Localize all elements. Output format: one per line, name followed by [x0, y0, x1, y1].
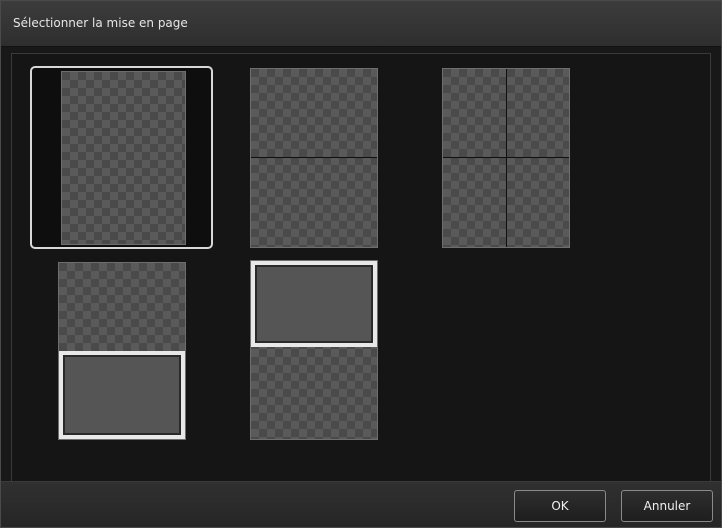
layout-option-two-photos[interactable]	[250, 68, 378, 248]
layout-preview-page	[61, 71, 186, 245]
dialog-titlebar: Sélectionner la mise en page	[1, 1, 721, 47]
frame-slot	[59, 351, 185, 439]
layout-option-single-photo[interactable]	[30, 66, 213, 249]
layout-option-four-photos[interactable]	[442, 68, 570, 248]
frame-slot	[251, 261, 377, 347]
dialog-footer: OK Annuler	[1, 481, 721, 527]
layout-preview-page	[442, 68, 570, 248]
ok-button[interactable]: OK	[514, 490, 606, 522]
cancel-button[interactable]: Annuler	[621, 490, 713, 522]
layout-option-photo-bottom-frame[interactable]	[58, 262, 186, 440]
layout-options-panel	[11, 53, 711, 483]
layout-option-photo-top-frame[interactable]	[250, 260, 378, 440]
layout-divider	[251, 157, 377, 158]
layout-preview-page	[250, 68, 378, 248]
dialog-title: Sélectionner la mise en page	[13, 16, 188, 30]
layout-divider	[506, 69, 507, 247]
layout-selection-dialog: Sélectionner la mise en page OK Annuler	[0, 0, 722, 528]
